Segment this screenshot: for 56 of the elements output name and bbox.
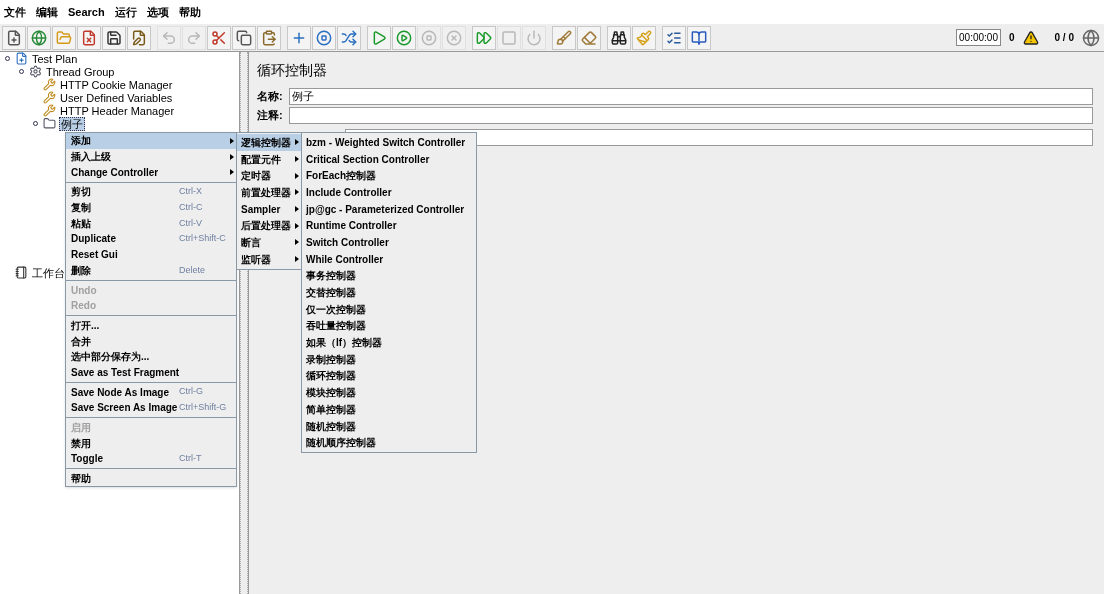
menu-item[interactable]: 运行 bbox=[114, 3, 137, 21]
tree-item[interactable]: 工作台 bbox=[31, 266, 66, 279]
tree-item[interactable]: HTTP Header Manager bbox=[59, 104, 176, 117]
menu-item[interactable]: Search bbox=[68, 3, 105, 21]
menu-item[interactable]: Save as Test Fragment bbox=[66, 364, 236, 381]
menu-item[interactable]: 选中部分保存为... bbox=[66, 348, 236, 365]
menu-item[interactable]: Runtime Controller bbox=[302, 217, 476, 235]
menu-item[interactable]: Save Node As Image Ctrl-G bbox=[66, 384, 236, 400]
menu-item[interactable]: 编辑 bbox=[36, 3, 58, 21]
menu-item[interactable]: Critical Section Controller bbox=[302, 150, 476, 168]
menu-item[interactable]: 如果（If）控制器 bbox=[302, 334, 476, 351]
menu-item[interactable]: 录制控制器 bbox=[302, 350, 476, 368]
menu-item[interactable]: 仅一次控制器 bbox=[302, 300, 476, 318]
menu-item[interactable]: 禁用 bbox=[66, 435, 236, 452]
field-label: 注释: bbox=[257, 108, 284, 124]
menu-item[interactable]: 添加 bbox=[66, 133, 236, 149]
thread-count: 0 / 0 bbox=[1054, 31, 1074, 45]
menu-item[interactable]: Reset Gui bbox=[66, 246, 236, 263]
menu-item[interactable]: 文件 bbox=[4, 3, 26, 21]
menu-item[interactable]: 合并 bbox=[66, 333, 236, 349]
menu-item[interactable]: 删除 Delete bbox=[66, 262, 236, 279]
name-field[interactable]: 例子 bbox=[289, 88, 1093, 105]
menu-item[interactable]: Toggle Ctrl-T bbox=[66, 451, 236, 467]
menu-item[interactable]: 随机顺序控制器 bbox=[302, 434, 476, 452]
menu-item[interactable]: 帮助 bbox=[178, 3, 201, 21]
menu-item[interactable]: 吞吐量控制器 bbox=[302, 317, 476, 335]
tree-item[interactable]: Thread Group bbox=[45, 65, 116, 78]
timer-display: 00:00:00 bbox=[956, 29, 1001, 46]
menu-item[interactable]: 随机控制器 bbox=[302, 417, 476, 435]
menu-item[interactable]: 选项 bbox=[146, 3, 169, 21]
menu-item[interactable]: 交替控制器 bbox=[302, 284, 476, 301]
menu-item[interactable]: 模块控制器 bbox=[302, 384, 476, 401]
menu-item[interactable]: 循环控制器 bbox=[302, 367, 476, 385]
menu-item[interactable]: 事务控制器 bbox=[302, 267, 476, 285]
menu-item[interactable]: Duplicate Ctrl+Shift-C bbox=[66, 231, 236, 247]
menu-item[interactable]: jp@gc - Parameterized Controller bbox=[302, 200, 476, 218]
field-label: 名称: bbox=[257, 89, 284, 105]
menu-item[interactable]: 剪切 Ctrl-X bbox=[66, 184, 236, 200]
menu-item[interactable]: Switch Controller bbox=[302, 234, 476, 251]
tree-item[interactable]: HTTP Cookie Manager bbox=[59, 78, 174, 91]
menu-item[interactable]: 简单控制器 bbox=[302, 401, 476, 418]
menu-item[interactable]: ForEach控制器 bbox=[302, 167, 476, 185]
tree-item[interactable]: 例子 bbox=[59, 116, 85, 131]
warning-count: 0 bbox=[1008, 31, 1015, 45]
menu-item[interactable]: 复制 Ctrl-C bbox=[66, 199, 236, 216]
menu-item[interactable]: 打开... bbox=[66, 317, 236, 334]
tree-item[interactable]: Test Plan bbox=[31, 52, 79, 65]
tree-item[interactable]: User Defined Variables bbox=[59, 91, 174, 104]
menu-item[interactable]: 粘贴 Ctrl-V bbox=[66, 215, 236, 232]
menu-item[interactable]: Save Screen As Image Ctrl+Shift-G bbox=[66, 400, 236, 416]
panel-title: 循环控制器 bbox=[257, 61, 328, 80]
menu-item[interactable]: bzm - Weighted Switch Controller bbox=[302, 134, 476, 151]
menu-item[interactable]: While Controller bbox=[302, 250, 476, 268]
menu-item[interactable]: 帮助 bbox=[66, 470, 236, 487]
menu-item[interactable]: 逻辑控制器 bbox=[237, 134, 301, 151]
menu-item[interactable]: Include Controller bbox=[302, 184, 476, 201]
